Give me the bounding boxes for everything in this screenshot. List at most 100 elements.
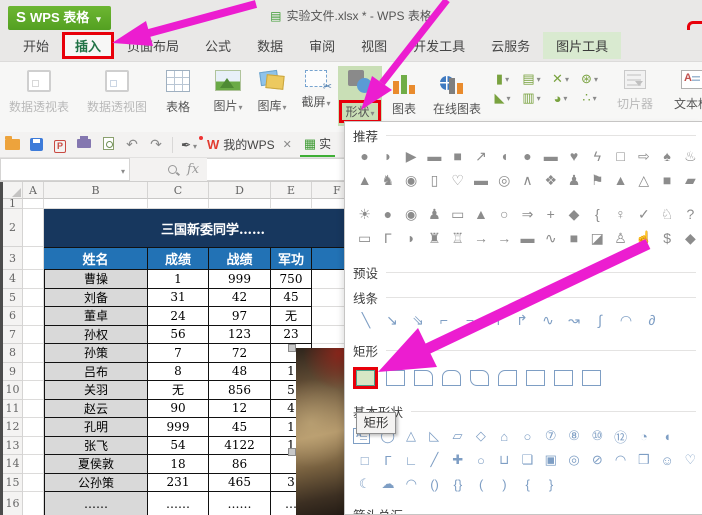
row-header-16[interactable]: 16 xyxy=(3,492,23,515)
row-header-12[interactable]: 12 xyxy=(3,418,23,437)
basic-shape-r1-12[interactable]: ◔ xyxy=(632,429,655,444)
recommended-shape-r1-15[interactable]: ♨ xyxy=(679,148,702,165)
cell-name-r15[interactable]: 公孙策 xyxy=(44,473,148,492)
cell-score-r12[interactable]: 999 xyxy=(148,418,209,437)
basic-shape-r2-13[interactable]: ❒ xyxy=(632,452,655,468)
recommended-shape-r3-2[interactable]: ● xyxy=(376,206,399,222)
basic-shape-r3-3[interactable]: ◠ xyxy=(400,476,423,492)
chart-type-button-row1-4[interactable]: ⊛ ▾ xyxy=(575,71,604,87)
recommended-shape-r4-1[interactable]: ▭ xyxy=(353,230,376,247)
recommended-shape-r2-7[interactable]: ◎ xyxy=(493,172,516,189)
recommended-shape-r2-5[interactable]: ♡ xyxy=(446,172,469,189)
tab-review[interactable]: 审阅 xyxy=(296,32,348,59)
recommended-shape-r1-6[interactable]: ↗ xyxy=(469,148,492,165)
row-header-4[interactable]: 4 xyxy=(3,270,23,289)
rectangle-shape-5[interactable] xyxy=(470,370,489,386)
cell-score-r11[interactable]: 90 xyxy=(148,399,209,418)
insert-function-button[interactable]: fx xyxy=(187,162,199,177)
rectangle-shape-6[interactable] xyxy=(498,370,517,386)
pivot-table-button[interactable]: 数据透视表 xyxy=(0,66,78,115)
recommended-shape-r2-12[interactable]: ▲ xyxy=(609,172,632,188)
shapes-button[interactable]: 形状▾ xyxy=(338,66,382,126)
basic-shape-r2-2[interactable]: Γ xyxy=(376,453,399,468)
recommended-shape-r4-10[interactable]: ■ xyxy=(562,230,585,246)
selection-handle-top-left[interactable] xyxy=(288,344,296,352)
recommended-shape-r3-12[interactable]: ♀ xyxy=(609,206,632,222)
line-shape-1[interactable]: ╲ xyxy=(353,312,379,329)
column-header-E[interactable]: E xyxy=(271,182,312,199)
tab-cloud[interactable]: 云服务 xyxy=(478,32,543,59)
header-cell-战绩[interactable]: 战绩 xyxy=(209,247,271,270)
line-shape-11[interactable]: ◠ xyxy=(613,312,639,329)
inserted-picture[interactable] xyxy=(296,348,345,515)
cell-merit-r7[interactable]: 23 xyxy=(271,325,312,344)
header-cell-成绩[interactable]: 成绩 xyxy=(148,247,209,270)
cell-empty[interactable] xyxy=(23,247,44,270)
tab-picture-tools[interactable]: 图片工具 xyxy=(543,32,622,59)
cell-score-r9[interactable]: 8 xyxy=(148,362,209,381)
rectangle-shape-4[interactable] xyxy=(442,370,461,386)
cell-battle-r11[interactable]: 12 xyxy=(209,399,271,418)
cell-name-r14[interactable]: 夏侯敦 xyxy=(44,455,148,474)
recommended-shape-r1-12[interactable]: □ xyxy=(609,148,632,164)
row-header-2[interactable]: 2 xyxy=(3,209,23,247)
basic-shape-r1-8[interactable]: ⑦ xyxy=(539,428,562,444)
sheet-title-cell[interactable]: 三国新委同学…… xyxy=(44,209,363,247)
cell-empty[interactable] xyxy=(209,199,271,209)
select-all-corner[interactable] xyxy=(3,182,23,199)
basic-shape-r1-7[interactable]: ○ xyxy=(516,429,539,444)
row-header-11[interactable]: 11 xyxy=(3,399,23,418)
recommended-shape-r3-6[interactable]: ▲ xyxy=(469,206,492,222)
recommended-shape-r4-8[interactable]: ▬ xyxy=(516,230,539,246)
recommended-shape-r1-1[interactable]: ● xyxy=(353,148,376,164)
chart-type-button-row1-2[interactable]: ▤ ▾ xyxy=(517,71,546,87)
cell-score-r5[interactable]: 31 xyxy=(148,288,209,307)
recommended-shape-r1-11[interactable]: ϟ xyxy=(586,148,609,164)
row-header-5[interactable]: 5 xyxy=(3,288,23,307)
chart-type-button-row1-3[interactable]: ✕ ▾ xyxy=(546,71,575,87)
cell-empty[interactable] xyxy=(148,199,209,209)
row-header-8[interactable]: 8 xyxy=(3,344,23,363)
cell-empty[interactable] xyxy=(23,381,44,400)
column-header-C[interactable]: C xyxy=(148,182,209,199)
line-shape-4[interactable]: ⌐ xyxy=(431,312,457,328)
cell-name-r7[interactable]: 孙权 xyxy=(44,325,148,344)
basic-shape-r3-8[interactable]: { xyxy=(516,477,539,492)
cell-score-r14[interactable]: 18 xyxy=(148,455,209,474)
rectangle-shape-3[interactable] xyxy=(414,370,433,386)
header-cell-姓名[interactable]: 姓名 xyxy=(44,247,148,270)
column-header-B[interactable]: B xyxy=(44,182,148,199)
row-header-6[interactable]: 6 xyxy=(3,307,23,326)
recommended-shape-r2-2[interactable]: ♞ xyxy=(376,172,399,189)
chart-type-button-row2-1[interactable]: ◣ ▾ xyxy=(488,90,517,106)
recommended-shape-r4-7[interactable]: → xyxy=(493,230,516,246)
recommended-shape-r4-12[interactable]: ♙ xyxy=(609,230,632,247)
line-shape-12[interactable]: ∂ xyxy=(639,312,665,328)
gallery-button[interactable]: 图库▾ xyxy=(250,66,294,114)
recommended-shape-r3-1[interactable]: ☀ xyxy=(353,206,376,223)
recommended-shape-r4-15[interactable]: ◆ xyxy=(679,230,702,247)
basic-shape-r2-8[interactable]: ❏ xyxy=(516,452,539,468)
basic-shape-r1-10[interactable]: ⑩ xyxy=(586,428,609,444)
doc-tab-workbook[interactable]: ▦ 实 xyxy=(299,132,336,157)
recommended-shape-r3-8[interactable]: ⇒ xyxy=(516,206,539,223)
chart-type-button-row2-2[interactable]: ▥ ▾ xyxy=(517,90,546,106)
basic-shape-r2-6[interactable]: ○ xyxy=(469,453,492,468)
cell-score-r10[interactable]: 无 xyxy=(148,381,209,400)
basic-shape-r1-9[interactable]: ⑧ xyxy=(562,428,585,444)
recommended-shape-r2-14[interactable]: ■ xyxy=(655,172,678,188)
recommended-shape-r2-6[interactable]: ▬ xyxy=(469,172,492,188)
tab-view[interactable]: 视图 xyxy=(348,32,400,59)
cell-merit-r6[interactable]: 无 xyxy=(271,307,312,326)
screenshot-button[interactable]: ✂ 截屏▾ xyxy=(294,66,338,110)
recommended-shape-r2-1[interactable]: ▲ xyxy=(353,172,376,188)
recommended-shape-r4-5[interactable]: ♖ xyxy=(446,230,469,247)
chart-type-button-row1-1[interactable]: ▮ ▾ xyxy=(488,71,517,87)
basic-shape-r2-9[interactable]: ▣ xyxy=(539,452,562,468)
column-header-D[interactable]: D xyxy=(209,182,271,199)
line-shape-7[interactable]: ↱ xyxy=(509,312,535,329)
recommended-shape-r3-4[interactable]: ♟ xyxy=(423,206,446,223)
print-button[interactable] xyxy=(72,136,96,152)
basic-shape-r3-5[interactable]: {} xyxy=(446,477,469,492)
cell-score-r7[interactable]: 56 xyxy=(148,325,209,344)
